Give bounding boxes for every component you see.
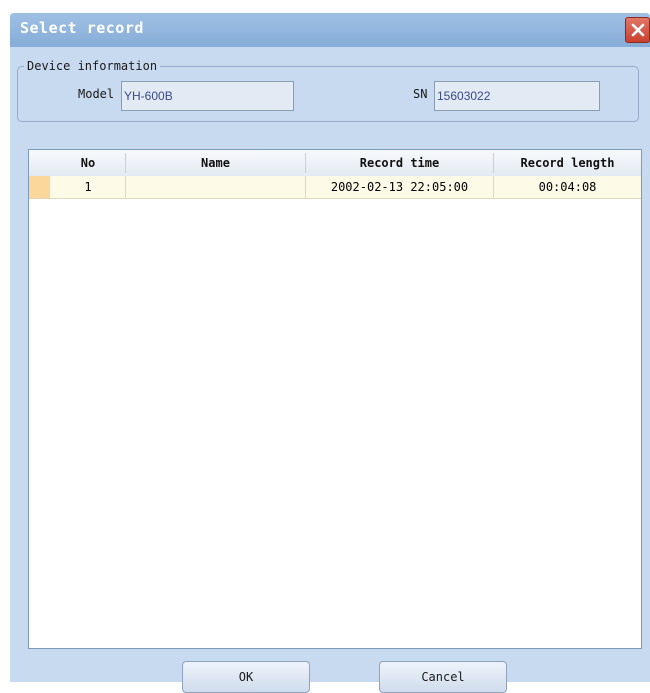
model-field: YH-600B <box>121 81 294 111</box>
table-row[interactable]: 1 2002-02-13 22:05:00 00:04:08 <box>29 176 641 199</box>
column-header-name[interactable]: Name <box>126 154 305 172</box>
title-bar[interactable]: Select record <box>10 13 650 47</box>
dialog-title: Select record <box>20 19 144 37</box>
sn-label: SN <box>413 87 428 101</box>
close-icon <box>631 23 645 37</box>
device-information-legend: Device information <box>24 59 161 73</box>
cell-no: 1 <box>84 180 92 194</box>
column-header-record-time[interactable]: Record time <box>306 154 493 172</box>
cell-record-length: 00:04:08 <box>538 180 597 194</box>
sn-field: 15603022 <box>434 81 600 111</box>
model-label: Model <box>78 87 115 101</box>
select-record-dialog: Select record Device information Model Y… <box>10 13 650 693</box>
column-header-no[interactable]: No <box>51 154 125 172</box>
row-selector[interactable] <box>29 176 50 198</box>
close-button[interactable] <box>625 17 650 43</box>
cell-divider <box>125 176 126 198</box>
column-header-record-length[interactable]: Record length <box>494 154 641 172</box>
table-header: No Name Record time Record length <box>29 150 641 177</box>
cell-record-time: 2002-02-13 22:05:00 <box>330 180 469 194</box>
cancel-button[interactable]: Cancel <box>379 661 507 693</box>
records-table: No Name Record time Record length 1 2002… <box>28 149 642 649</box>
dialog-body: Device information Model YH-600B SN 1560… <box>10 47 650 693</box>
ok-button[interactable]: OK <box>182 661 310 693</box>
